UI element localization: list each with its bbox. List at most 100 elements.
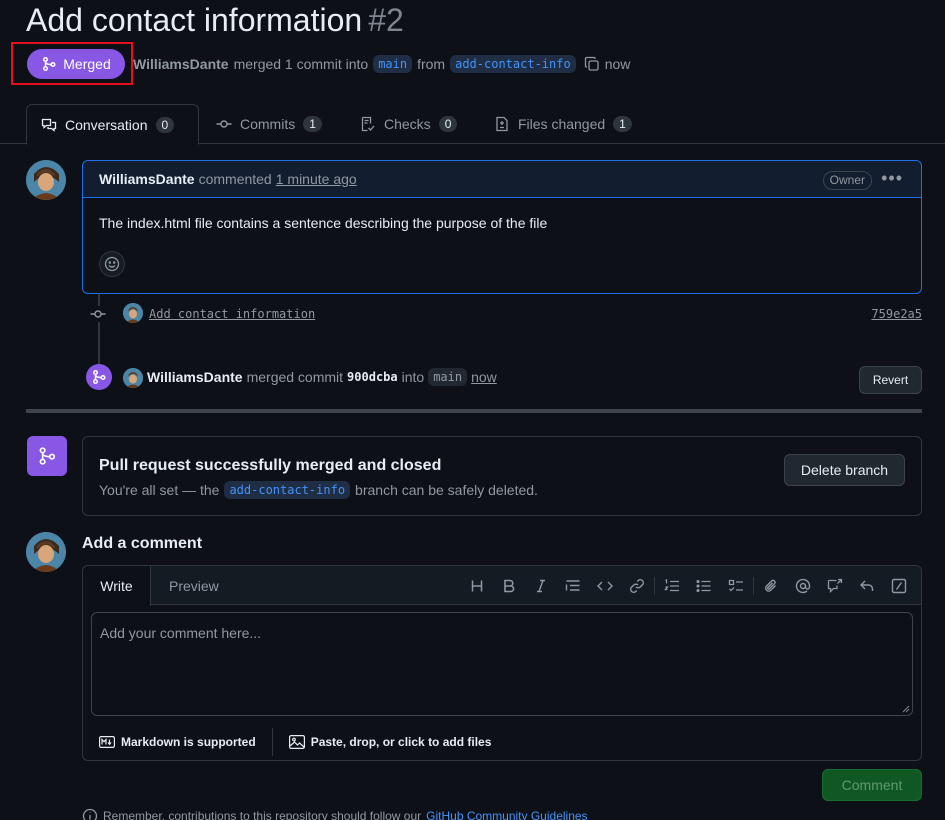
comment-body: The index.html file contains a sentence … [99, 215, 548, 231]
editor-tabs: Write Preview [83, 566, 921, 606]
bulleted-list-icon[interactable] [688, 574, 720, 598]
avatar[interactable] [123, 368, 143, 388]
guidelines-link[interactable]: GitHub Community Guidelines [426, 809, 587, 820]
tab-counter: 1 [303, 116, 322, 132]
owner-badge: Owner [822, 171, 872, 190]
add-reaction-button[interactable] [99, 251, 125, 277]
base-branch[interactable]: main [373, 55, 413, 73]
delete-branch-button[interactable]: Delete branch [784, 454, 905, 486]
comment-card: WilliamsDante commented 1 minute ago Own… [82, 160, 922, 294]
pr-number: #2 [368, 2, 404, 38]
pr-meta-row: WilliamsDante merged 1 commit into main … [133, 52, 630, 76]
guidelines-text: Remember, contributions to this reposito… [103, 809, 422, 820]
tab-counter: 1 [613, 116, 632, 132]
mention-icon[interactable] [787, 574, 819, 598]
comment-placeholder: Add your comment here... [100, 625, 262, 641]
state-label: Merged [63, 56, 111, 72]
head-branch[interactable]: add-contact-info [450, 55, 576, 73]
merge-sub-suffix: branch can be safely deleted. [355, 482, 538, 498]
from-label: from [417, 56, 446, 72]
attach-note: Paste, drop, or click to add files [310, 735, 492, 749]
merged-state-badge: Merged [27, 49, 125, 79]
link-icon[interactable] [621, 574, 653, 598]
merged-event: WilliamsDante merged commit 900dcba into… [86, 364, 922, 394]
merge-sha-link[interactable]: 900dcba [347, 370, 398, 384]
pr-title-text: Add contact information [26, 2, 363, 38]
revert-button[interactable]: Revert [859, 366, 922, 394]
markdown-toolbar [461, 574, 915, 598]
merged-event-text: WilliamsDante merged commit 900dcba into… [147, 368, 497, 386]
merge-sub-prefix: You're all set — the [99, 482, 220, 498]
markdown-note: Markdown is supported [121, 735, 256, 749]
tab-label: Conversation [65, 116, 148, 133]
markdown-supported-link[interactable]: Markdown is supported [83, 735, 272, 749]
attach-files-button[interactable]: Paste, drop, or click to add files [273, 735, 508, 749]
tab-checks[interactable]: Checks 0 [346, 104, 471, 144]
timeline-commit: Add contact information 759e2a5 [86, 302, 922, 326]
kebab-menu-icon[interactable]: ••• [881, 169, 903, 187]
commit-message-link[interactable]: Add contact information [149, 307, 315, 321]
comment-editor: Write Preview Add your comment here... M… [82, 565, 922, 761]
merge-event-icon [86, 364, 112, 390]
merge-status-box: Pull request successfully merged and clo… [82, 436, 922, 516]
tab-files-changed[interactable]: Files changed 1 [480, 104, 646, 144]
task-list-icon[interactable] [720, 574, 752, 598]
paperclip-icon[interactable] [755, 574, 787, 598]
comment-author[interactable]: WilliamsDante [99, 171, 195, 187]
comment-action: commented [198, 171, 272, 187]
timeline-divider [26, 409, 922, 413]
editor-footer: Markdown is supported Paste, drop, or cl… [83, 723, 921, 761]
numbered-list-icon[interactable] [656, 574, 688, 598]
copy-icon[interactable] [584, 56, 600, 72]
comment-textarea[interactable]: Add your comment here... [91, 612, 913, 716]
merge-into: into [401, 369, 425, 385]
merge-status-subtitle: You're all set — the add-contact-info br… [99, 481, 538, 499]
merged-branch[interactable]: add-contact-info [224, 481, 351, 499]
merge-status-icon [27, 436, 67, 476]
tab-preview[interactable]: Preview [169, 566, 219, 605]
contribution-guidelines: Remember, contributions to this reposito… [82, 808, 588, 820]
quote-icon[interactable] [557, 574, 589, 598]
merge-target-branch[interactable]: main [428, 368, 468, 386]
heading-icon[interactable] [461, 574, 493, 598]
avatar[interactable] [26, 160, 66, 200]
tab-conversation[interactable]: Conversation 0 [26, 104, 199, 145]
merge-status-title: Pull request successfully merged and clo… [99, 457, 442, 474]
reply-icon[interactable] [851, 574, 883, 598]
commit-icon [90, 306, 106, 322]
merge-author-link[interactable]: WilliamsDante [147, 369, 243, 385]
pr-time: now [604, 56, 631, 72]
merge-summary: merged 1 commit into [233, 56, 369, 72]
tab-commits[interactable]: Commits 1 [202, 104, 336, 144]
resize-handle-icon[interactable] [902, 705, 910, 713]
pr-title: Add contact information #2 [26, 2, 404, 39]
merge-icon [41, 56, 57, 72]
checklist-icon [360, 116, 376, 132]
avatar[interactable] [123, 303, 143, 323]
slash-command-icon[interactable] [883, 574, 915, 598]
comment-header: WilliamsDante commented 1 minute ago [83, 161, 921, 198]
comment-time[interactable]: 1 minute ago [276, 171, 357, 187]
smiley-icon [104, 256, 120, 272]
comment-submit-button[interactable]: Comment [822, 769, 922, 801]
info-icon [82, 808, 98, 820]
tab-label: Commits [240, 116, 296, 132]
toolbar-divider [753, 577, 754, 595]
pr-author-link[interactable]: WilliamsDante [133, 56, 229, 72]
tab-counter: 0 [438, 116, 458, 132]
cross-reference-icon[interactable] [819, 574, 851, 598]
tab-label: Checks [384, 116, 431, 132]
tab-label: Files changed [518, 116, 606, 132]
italic-icon[interactable] [525, 574, 557, 598]
tab-write[interactable]: Write [83, 566, 151, 606]
code-icon[interactable] [589, 574, 621, 598]
toolbar-divider [654, 577, 655, 595]
commit-icon [216, 116, 232, 132]
conversation-icon [41, 117, 57, 133]
commit-sha-link[interactable]: 759e2a5 [871, 307, 922, 321]
markdown-icon [99, 736, 115, 748]
merge-action: merged commit [246, 369, 344, 385]
pr-tabs: Conversation 0 Commits 1 Checks 0 Files … [0, 104, 945, 145]
merge-time[interactable]: now [471, 369, 497, 385]
bold-icon[interactable] [493, 574, 525, 598]
